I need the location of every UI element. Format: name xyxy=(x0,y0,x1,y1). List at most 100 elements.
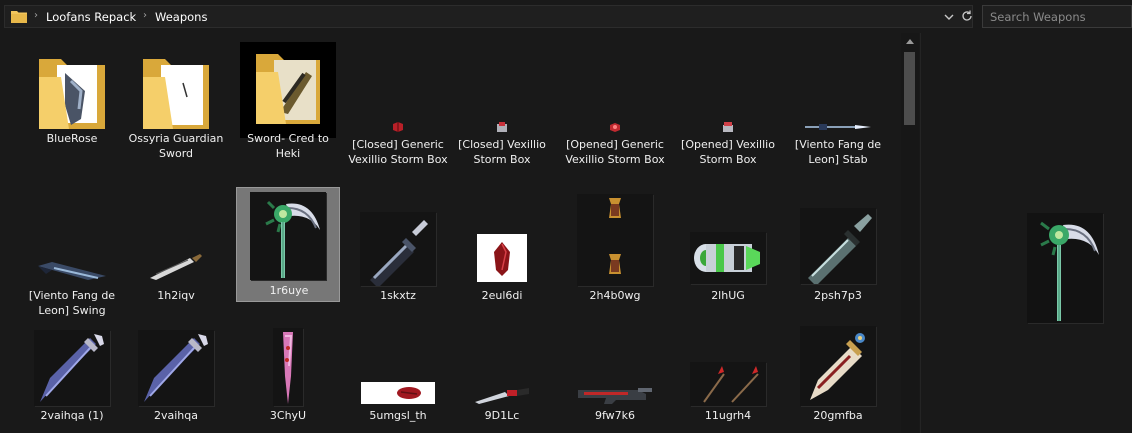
file-item[interactable]: [Viento Fang de Leon] Stab xyxy=(786,39,890,167)
pillar-icon xyxy=(609,198,621,274)
thumbnail xyxy=(138,330,214,406)
preview-pane xyxy=(920,33,1132,433)
file-item[interactable]: 11ugrh4 xyxy=(676,326,780,433)
file-label: 3ChyU xyxy=(269,409,307,422)
thumbnail xyxy=(240,42,336,138)
bat-icon xyxy=(283,332,293,404)
thumbnail xyxy=(577,194,653,286)
thumbnail xyxy=(690,362,766,406)
file-item[interactable]: 2vaihqa (1) xyxy=(20,326,124,433)
file-label: 9fw7k6 xyxy=(594,409,636,422)
spear-icon xyxy=(805,124,871,130)
file-item[interactable]: 2lhUG xyxy=(676,190,780,318)
box-icon xyxy=(723,122,733,132)
file-item[interactable]: [Viento Fang de Leon] Swing xyxy=(20,190,124,318)
file-label: [Opened] Generic Vexillio Storm Box xyxy=(565,138,665,166)
file-label: 9D1Lc xyxy=(484,409,520,422)
folder-icon xyxy=(39,59,105,129)
file-label: [Opened] Vexillio Storm Box xyxy=(681,138,775,166)
files-pane[interactable]: BlueRose Ossyria Guardian Sword Sword- C… xyxy=(0,33,898,433)
folder-icon xyxy=(11,11,27,23)
folder-icon xyxy=(143,59,209,129)
thumbnail xyxy=(690,232,766,284)
file-label: 2vaihqa (1) xyxy=(40,409,104,422)
file-item[interactable]: 9fw7k6 xyxy=(563,326,667,433)
refresh-icon[interactable] xyxy=(960,9,974,23)
scroll-thumb[interactable] xyxy=(904,52,915,125)
file-item[interactable]: 1skxtz xyxy=(346,190,450,318)
sword-icon xyxy=(808,214,872,284)
chevron-right-icon[interactable]: › xyxy=(34,10,38,21)
file-item[interactable]: [Closed] Vexillio Storm Box xyxy=(450,39,554,167)
breadcrumb-weapons[interactable]: Weapons xyxy=(155,10,207,24)
address-bar-row: › Loofans Repack › Weapons xyxy=(0,0,1132,33)
file-label: 2h4b0wg xyxy=(589,289,641,302)
thumbnail xyxy=(800,326,876,406)
thumbnail xyxy=(361,382,435,404)
knife-icon xyxy=(475,388,529,404)
thumbnail xyxy=(273,328,303,406)
file-item[interactable]: [Opened] Generic Vexillio Storm Box xyxy=(563,39,667,167)
vertical-scrollbar[interactable] xyxy=(901,33,919,433)
greatsword-icon xyxy=(144,334,208,402)
file-item[interactable]: [Closed] Generic Vexillio Storm Box xyxy=(346,39,450,167)
file-label: BlueRose xyxy=(46,132,98,145)
file-item[interactable]: [Opened] Vexillio Storm Box xyxy=(676,39,780,167)
file-item[interactable]: 1h2iqv xyxy=(124,190,228,318)
file-label: [Closed] Vexillio Storm Box xyxy=(458,138,546,166)
search-box[interactable] xyxy=(982,5,1132,28)
blade-icon xyxy=(38,262,106,280)
thumbnail xyxy=(250,192,326,280)
folder-icon xyxy=(256,54,320,124)
breadcrumb-loofans-repack[interactable]: Loofans Repack xyxy=(46,10,136,24)
scythe-icon xyxy=(1040,221,1099,321)
file-label: [Closed] Generic Vexillio Storm Box xyxy=(348,138,448,166)
thumbnail xyxy=(477,234,527,282)
file-label: 1h2iqv xyxy=(157,289,195,302)
preview-image xyxy=(1027,213,1103,323)
file-item[interactable]: 5umgsl_th xyxy=(346,326,450,433)
file-item[interactable]: 20gmfba xyxy=(786,326,890,433)
file-label: 11ugrh4 xyxy=(704,409,752,422)
address-bar[interactable]: › Loofans Repack › Weapons xyxy=(4,5,973,28)
thumbnail xyxy=(360,212,436,286)
file-label: [Viento Fang de Leon] Stab xyxy=(794,138,882,166)
file-label: Ossyria Guardian Sword xyxy=(128,132,224,160)
chevron-down-icon[interactable] xyxy=(942,10,956,24)
file-item[interactable]: 2psh7p3 xyxy=(786,190,890,318)
cannon-icon xyxy=(694,244,760,272)
arrow-icon xyxy=(703,366,759,403)
scythe-icon xyxy=(265,200,320,278)
file-label: 2psh7p3 xyxy=(814,289,862,302)
gem-icon xyxy=(494,242,510,276)
file-label: Sword- Cred to Heki xyxy=(247,132,329,160)
search-input[interactable] xyxy=(990,9,1126,24)
file-label: [Viento Fang de Leon] Swing xyxy=(28,289,116,317)
thumbnail xyxy=(800,208,876,284)
file-item[interactable]: 3ChyU xyxy=(236,326,340,433)
file-label: 20gmfba xyxy=(813,409,863,422)
gem-icon xyxy=(397,387,421,399)
file-item[interactable]: 2vaihqa xyxy=(124,326,228,433)
box-icon xyxy=(497,122,507,132)
file-item[interactable]: Ossyria Guardian Sword xyxy=(124,39,228,167)
box-icon xyxy=(393,122,403,132)
file-item[interactable]: BlueRose xyxy=(20,39,124,167)
ornate-sword-icon xyxy=(810,333,865,400)
file-item-selected[interactable]: 1r6uye xyxy=(236,187,340,302)
file-label: 1skxtz xyxy=(380,289,416,302)
file-label: 2lhUG xyxy=(711,289,745,302)
file-item[interactable]: 2eul6di xyxy=(450,190,554,318)
file-item[interactable]: 2h4b0wg xyxy=(563,190,667,318)
file-item[interactable]: Sword- Cred to Heki xyxy=(236,39,340,167)
chevron-right-icon[interactable]: › xyxy=(143,10,147,21)
sword-icon xyxy=(370,220,428,286)
file-label: 1r6uye xyxy=(269,284,309,297)
box-icon xyxy=(610,123,620,132)
file-item[interactable]: 9D1Lc xyxy=(450,326,554,433)
blade-icon xyxy=(150,254,202,280)
file-label: 5umgsl_th xyxy=(369,409,427,422)
file-label: 2eul6di xyxy=(481,289,523,302)
greatsword-icon xyxy=(40,334,104,402)
scroll-up-icon[interactable] xyxy=(906,39,914,44)
